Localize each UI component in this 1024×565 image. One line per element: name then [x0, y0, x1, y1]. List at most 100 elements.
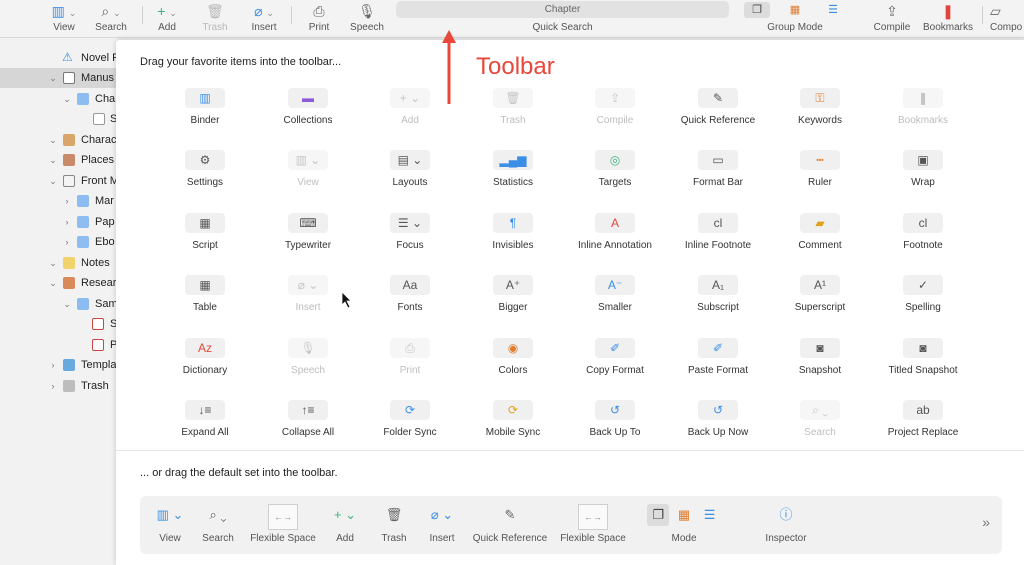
- default-view-item[interactable]: ▥ ⌄ View: [148, 504, 192, 548]
- toolbar-option-comment[interactable]: ▰ Comment: [770, 213, 870, 263]
- binder-item-sample-pdf[interactable]: P: [0, 335, 118, 355]
- binder-item-templates[interactable]: › Templa: [0, 355, 118, 375]
- toolbar-option-table[interactable]: ▦ Table: [155, 275, 255, 325]
- toolbar-option-project-replace[interactable]: ab Project Replace: [873, 400, 973, 450]
- binder-item-ebook[interactable]: › Ebo: [0, 232, 118, 252]
- toolbar-option-mobile-sync[interactable]: ⟳ Mobile Sync: [463, 400, 563, 450]
- toolbar-compose-button[interactable]: ▱ Compo: [990, 0, 1024, 38]
- toolbar-option-script[interactable]: ▦ Script: [155, 213, 255, 263]
- toolbar-option-wrap[interactable]: ▣ Wrap: [873, 150, 973, 200]
- sheet-intro-text: Drag your favorite items into the toolba…: [140, 56, 342, 68]
- toolbar-option-trash[interactable]: 🗑 Trash: [463, 88, 563, 138]
- binder-item-novel[interactable]: ⚠ Novel F: [0, 48, 118, 68]
- toolbar-option-targets[interactable]: ◎ Targets: [565, 150, 665, 200]
- toolbar-option-copy-format[interactable]: ✐ Copy Format: [565, 338, 665, 388]
- toolbar-speech-button[interactable]: 🎙 Speech: [339, 0, 395, 38]
- add-icon: + ⌄: [390, 88, 430, 108]
- toolbar-option-collapse-all[interactable]: ↑≡ Collapse All: [258, 400, 358, 450]
- default-flexible-space-item[interactable]: ←→ Flexible Space: [560, 504, 626, 548]
- toolbar-option-quick-reference[interactable]: ✎ Quick Reference: [668, 88, 768, 138]
- toolbar-option-compile[interactable]: ⇪ Compile: [565, 88, 665, 138]
- binder-item-paperback[interactable]: › Pap: [0, 212, 118, 232]
- toolbar-option-search[interactable]: ⌕ ⌄ Search: [770, 400, 870, 450]
- toolbar-option-invisibles[interactable]: ¶ Invisibles: [463, 213, 563, 263]
- toolbar-compile-button[interactable]: ⇪ Compile: [864, 0, 920, 38]
- settings-icon: ⚙: [185, 150, 225, 170]
- toolbar-search-button[interactable]: ⌕ ⌄ Search: [83, 0, 139, 38]
- binder-item-places[interactable]: ⌄ Places: [0, 150, 118, 170]
- toolbar-insert-button[interactable]: ⌀ ⌄ Insert: [236, 0, 292, 38]
- toolbar-option-inline-annotation[interactable]: A Inline Annotation: [565, 213, 665, 263]
- folder-icon: [77, 216, 89, 228]
- default-trash-item[interactable]: 🗑 Trash: [376, 504, 412, 548]
- default-insert-item[interactable]: ⌀ ⌄ Insert: [420, 504, 464, 548]
- toolbar-option-paste-format[interactable]: ✐ Paste Format: [668, 338, 768, 388]
- outline-mode-button[interactable]: ☰: [820, 2, 846, 18]
- default-search-item[interactable]: ⌕ ⌄ Search: [196, 504, 240, 548]
- toolbar-option-speech[interactable]: 🎙 Speech: [258, 338, 358, 388]
- toolbar-option-focus[interactable]: ☰ ⌄ Focus: [360, 213, 460, 263]
- toolbar-option-format-bar[interactable]: ▭ Format Bar: [668, 150, 768, 200]
- default-add-item[interactable]: + ⌄ Add: [326, 504, 364, 548]
- bookmark-icon: ❚: [942, 3, 954, 19]
- default-toolbar-set[interactable]: ▥ ⌄ View ⌕ ⌄ Search ←→ Flexible Space + …: [140, 496, 1002, 554]
- corkboard-mode-button[interactable]: ▦: [782, 2, 808, 18]
- quick-search-field[interactable]: Chapter: [396, 1, 729, 18]
- toolbar-option-keywords[interactable]: ⚿ Keywords: [770, 88, 870, 138]
- binder-item-characters[interactable]: ⌄ Charac: [0, 130, 118, 150]
- toolbar-option-smaller[interactable]: A⁻ Smaller: [565, 275, 665, 325]
- binder-item-manuscript[interactable]: ⌄ Manus: [0, 68, 118, 88]
- toolbar-option-expand-all[interactable]: ↓≡ Expand All: [155, 400, 255, 450]
- toolbar-option-bookmarks[interactable]: ❚ Bookmarks: [873, 88, 973, 138]
- toolbar-option-bigger[interactable]: A⁺ Bigger: [463, 275, 563, 325]
- keywords-icon: ⚿: [800, 88, 840, 108]
- snapshot-icon: ◙: [800, 338, 840, 358]
- toolbar-option-footnote[interactable]: cl Footnote: [873, 213, 973, 263]
- toolbar-option-layouts[interactable]: ▤ ⌄ Layouts: [360, 150, 460, 200]
- layouts-icon: ▤ ⌄: [390, 150, 430, 170]
- toolbar-bookmarks-button[interactable]: ❚ Bookmarks: [920, 0, 976, 38]
- toolbar-option-spelling[interactable]: ✓ Spelling: [873, 275, 973, 325]
- binder-item-front-matter[interactable]: ⌄ Front M: [0, 171, 118, 191]
- toolbar-option-statistics[interactable]: ▂▄▆ Statistics: [463, 150, 563, 200]
- toolbar-option-snapshot[interactable]: ◙ Snapshot: [770, 338, 870, 388]
- chevron-double-right-icon[interactable]: »: [982, 514, 990, 530]
- binder-item-scene[interactable]: S: [0, 109, 118, 129]
- trash-icon: 🗑: [206, 3, 224, 19]
- binder-item-trash[interactable]: › Trash: [0, 376, 118, 396]
- binder-item-manuscript-format[interactable]: › Mar: [0, 191, 118, 211]
- default-flexible-space-item[interactable]: ←→ Flexible Space: [250, 504, 316, 548]
- scrivenings-mode-button[interactable]: ❐: [744, 2, 770, 18]
- toolbar-option-binder[interactable]: ▥ Binder: [155, 88, 255, 138]
- colors-icon: ◉: [493, 338, 533, 358]
- toolbar-option-dictionary[interactable]: Az Dictionary: [155, 338, 255, 388]
- binder-item-sample-sheet[interactable]: S: [0, 314, 118, 334]
- binder-item-research[interactable]: ⌄ Resear: [0, 273, 118, 293]
- customize-toolbar-sheet: Drag your favorite items into the toolba…: [116, 40, 1024, 565]
- toolbar-option-folder-sync[interactable]: ⟳ Folder Sync: [360, 400, 460, 450]
- toolbar-option-back-up-now[interactable]: ↺ Back Up Now: [668, 400, 768, 450]
- toolbar-option-typewriter[interactable]: ⌨ Typewriter: [258, 213, 358, 263]
- toolbar-option-superscript[interactable]: A¹ Superscript: [770, 275, 870, 325]
- default-quick-reference-item[interactable]: ✎ Quick Reference: [470, 504, 550, 548]
- toolbar-trash-button[interactable]: 🗑 Trash: [187, 0, 243, 38]
- binder-item-notes[interactable]: ⌄ Notes: [0, 253, 118, 273]
- default-mode-item[interactable]: ❐ ▦ ☰ Mode: [634, 504, 734, 548]
- toolbar-option-inline-footnote[interactable]: cl Inline Footnote: [668, 213, 768, 263]
- binder-item-chapter[interactable]: ⌄ Cha: [0, 89, 118, 109]
- binder-item-samples[interactable]: ⌄ Sam: [0, 294, 118, 314]
- toolbar-option-subscript[interactable]: A₁ Subscript: [668, 275, 768, 325]
- toolbar-option-ruler[interactable]: ┅ Ruler: [770, 150, 870, 200]
- toolbar-option-view[interactable]: ▥ ⌄ View: [258, 150, 358, 200]
- toolbar-option-fonts[interactable]: Aa Fonts: [360, 275, 460, 325]
- toolbar-option-collections[interactable]: ▬ Collections: [258, 88, 358, 138]
- add-icon: + ⌄: [333, 507, 357, 522]
- targets-icon: ◎: [595, 150, 635, 170]
- default-inspector-item[interactable]: ⓘ Inspector: [756, 504, 816, 548]
- toolbar-option-print[interactable]: ⎙ Print: [360, 338, 460, 388]
- toolbar-option-settings[interactable]: ⚙ Settings: [155, 150, 255, 200]
- toolbar-option-titled-snapshot[interactable]: ◙ Titled Snapshot: [873, 338, 973, 388]
- toolbar-option-colors[interactable]: ◉ Colors: [463, 338, 563, 388]
- toolbar-option-back-up-to[interactable]: ↺ Back Up To: [565, 400, 665, 450]
- back-up-now-icon: ↺: [698, 400, 738, 420]
